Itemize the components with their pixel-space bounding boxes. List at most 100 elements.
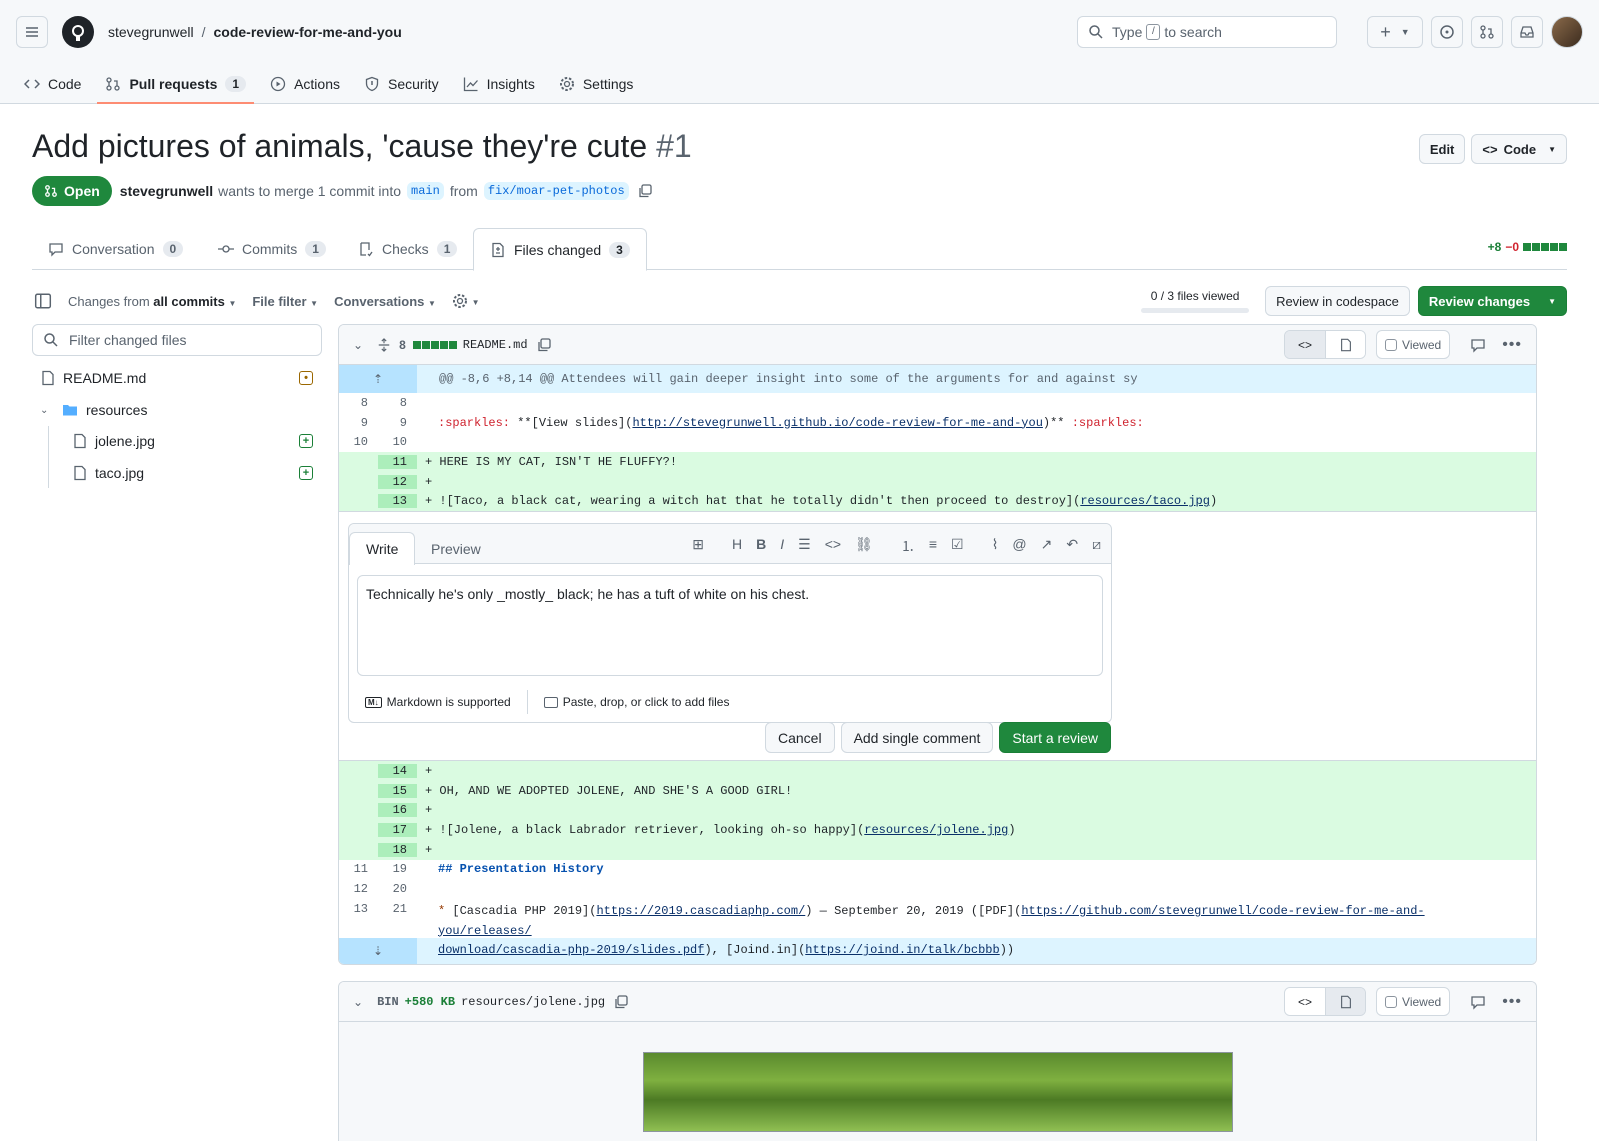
head-branch[interactable]: fix/moar-pet-photos [483, 182, 629, 200]
start-review-button[interactable]: Start a review [999, 722, 1111, 754]
settings-dropdown[interactable]: ▼ [452, 293, 480, 310]
pull-requests-icon[interactable] [1471, 16, 1503, 48]
rich-diff-toggle[interactable] [1325, 988, 1366, 1015]
changes-from-dropdown[interactable]: Changes from all commits ▼ [68, 294, 236, 309]
tab-pull-requests[interactable]: Pull requests 1 [97, 64, 254, 104]
add-single-comment-button[interactable]: Add single comment [840, 722, 994, 754]
diff-line-added[interactable]: 14 + [339, 761, 1536, 781]
diff-line[interactable]: 10 10 [339, 432, 1536, 452]
kebab-menu-icon[interactable]: ••• [1502, 993, 1522, 1011]
search-input[interactable]: Type / to search [1077, 16, 1337, 48]
code-dropdown-button[interactable]: <> Code ▼ [1471, 134, 1567, 164]
tab-insights[interactable]: Insights [455, 64, 543, 104]
diff-line-added[interactable]: 11 + HERE IS MY CAT, ISN'T HE FLUFFY?! [339, 452, 1536, 472]
suggestion-icon[interactable]: ⊞ [692, 536, 704, 556]
expand-down-icon[interactable]: ⇣ [339, 937, 417, 964]
expand-up-icon[interactable]: ⇡ [339, 365, 417, 393]
create-new-button[interactable]: + ▼ [1367, 16, 1423, 48]
tab-security[interactable]: Security [356, 64, 447, 104]
quote-icon[interactable]: ☰ [798, 536, 811, 556]
code-icon[interactable]: <> [825, 536, 841, 556]
jolene-link[interactable]: resources/jolene.jpg [864, 823, 1008, 837]
pdf-link-cont[interactable]: download/cascadia-php-2019/slides.pdf [438, 943, 704, 957]
diff-line-added[interactable]: 15 + OH, AND WE ADOPTED JOLENE, AND SHE'S… [339, 780, 1536, 801]
mention-icon[interactable]: @ [1012, 536, 1026, 556]
tree-item-taco[interactable]: taco.jpg [72, 465, 144, 481]
avatar[interactable] [1551, 16, 1583, 48]
bold-icon[interactable]: B [756, 536, 766, 556]
markdown-link[interactable]: Markdown is supported [387, 695, 511, 709]
breadcrumb-owner[interactable]: stevegrunwell [108, 24, 194, 40]
italic-icon[interactable]: I [780, 536, 784, 556]
copy-icon[interactable] [613, 994, 629, 1010]
numbered-list-icon[interactable]: ⒈ [901, 536, 915, 556]
fullscreen-icon[interactable]: ⧄ [1092, 536, 1101, 556]
undo-icon[interactable]: ↶ [1066, 536, 1078, 556]
sidebar-toggle-icon[interactable] [34, 292, 52, 310]
issues-icon[interactable] [1431, 16, 1463, 48]
viewed-checkbox[interactable]: Viewed [1376, 330, 1451, 359]
github-logo-icon[interactable] [62, 16, 94, 48]
source-diff-toggle[interactable]: <> [1285, 331, 1326, 358]
rich-diff-toggle[interactable] [1325, 331, 1366, 358]
tab-conversation[interactable]: Conversation 0 [32, 228, 199, 270]
task-list-icon[interactable]: ☑ [951, 536, 964, 556]
base-branch[interactable]: main [407, 182, 444, 200]
breadcrumb-repo[interactable]: code-review-for-me-and-you [214, 24, 402, 40]
copy-icon[interactable] [637, 183, 653, 199]
chevron-down-icon[interactable]: ⌄ [353, 338, 363, 352]
cancel-button[interactable]: Cancel [764, 722, 835, 754]
filter-files-input[interactable]: Filter changed files [32, 324, 322, 356]
tab-commits[interactable]: Commits 1 [202, 228, 342, 270]
write-tab[interactable]: Write [349, 532, 416, 566]
copy-icon[interactable] [536, 337, 552, 353]
diff-line-added[interactable]: 13 + ![Taco, a black cat, wearing a witch… [339, 491, 1536, 512]
bulleted-list-icon[interactable]: ≡ [929, 536, 937, 556]
diff-line[interactable]: 9 9:sparkles: **[View slides](http://stev… [339, 413, 1536, 433]
cascadia-link[interactable]: https://2019.cascadiaphp.com/ [596, 904, 805, 918]
inbox-icon[interactable] [1511, 16, 1543, 48]
diff-line-added[interactable]: 12 + [339, 471, 1536, 492]
diff-line[interactable]: 12 20 [339, 879, 1536, 899]
attach-icon[interactable]: ⌇ [992, 536, 999, 556]
joindin-link[interactable]: https://joind.in/talk/bcbbb [805, 943, 999, 957]
tree-item-jolene[interactable]: jolene.jpg [72, 433, 155, 449]
link-icon[interactable]: ⛓ [855, 536, 873, 556]
edit-button[interactable]: Edit [1418, 134, 1466, 164]
file-name[interactable]: resources/jolene.jpg [461, 995, 605, 1009]
tree-item-resources[interactable]: ⌄ resources [40, 402, 147, 418]
taco-link[interactable]: resources/taco.jpg [1080, 494, 1210, 508]
comment-icon[interactable] [1470, 994, 1486, 1010]
source-diff-toggle[interactable]: <> [1285, 988, 1326, 1015]
tab-files-changed[interactable]: Files changed 3 [473, 228, 647, 271]
comment-textarea[interactable]: Technically he's only _mostly_ black; he… [357, 575, 1103, 677]
tab-code[interactable]: Code [16, 64, 89, 104]
diff-line-added[interactable]: 18 + [339, 839, 1536, 860]
diff-line[interactable]: 88 [339, 393, 1536, 413]
tab-settings[interactable]: Settings [551, 64, 642, 104]
conversations-dropdown[interactable]: Conversations ▼ [334, 294, 436, 309]
add-files-link[interactable]: Paste, drop, or click to add files [563, 695, 730, 709]
file-name[interactable]: README.md [463, 338, 528, 352]
tab-checks[interactable]: Checks 1 [342, 228, 473, 270]
expand-all-icon[interactable] [377, 337, 391, 352]
menu-icon[interactable] [16, 16, 48, 48]
author-link[interactable]: stevegrunwell [120, 183, 213, 199]
chevron-down-icon[interactable]: ⌄ [353, 995, 363, 1009]
diff-line-added[interactable]: 17 + ![Jolene, a black Labrador retriever… [339, 820, 1536, 840]
diff-line-added[interactable]: 16 + [339, 800, 1536, 821]
kebab-menu-icon[interactable]: ••• [1502, 336, 1522, 354]
slides-link[interactable]: http://stevegrunwell.github.io/code-revi… [632, 416, 1042, 430]
review-in-codespace-button[interactable]: Review in codespace [1265, 286, 1410, 316]
review-changes-button[interactable]: Review changes ▼ [1417, 286, 1567, 316]
file-filter-dropdown[interactable]: File filter ▼ [252, 294, 318, 309]
tab-actions[interactable]: Actions [262, 64, 348, 104]
heading-icon[interactable]: H [732, 536, 742, 556]
preview-tab[interactable]: Preview [415, 532, 497, 565]
cross-reference-icon[interactable]: ↗ [1041, 536, 1053, 556]
viewed-checkbox[interactable]: Viewed [1376, 987, 1451, 1016]
diff-line[interactable]: 11 19 ## Presentation History [339, 860, 1536, 880]
comment-icon[interactable] [1470, 337, 1486, 353]
diff-line[interactable]: 13 21 * [Cascadia PHP 2019](https://2019.c… [339, 899, 1536, 957]
tree-item-readme[interactable]: README.md [40, 370, 146, 386]
